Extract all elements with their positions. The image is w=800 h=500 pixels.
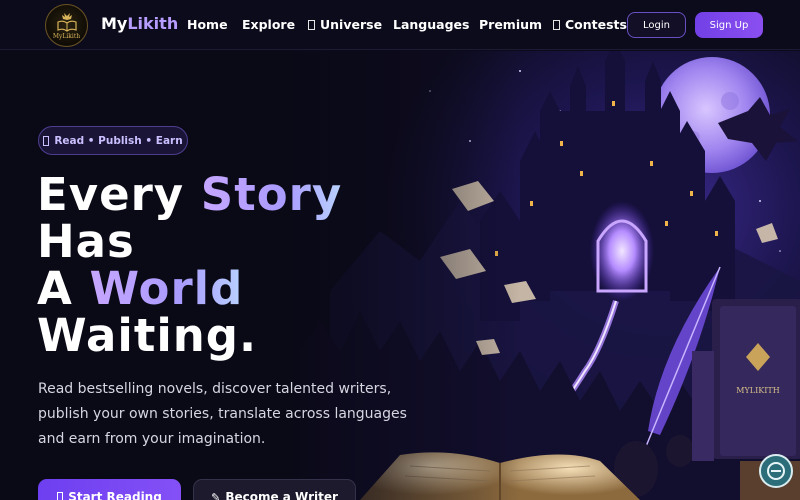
nav-explore[interactable]: Explore	[242, 17, 295, 32]
nav-universe[interactable]: Universe	[308, 17, 382, 32]
pen-icon: ✎	[211, 490, 221, 500]
universe-icon	[308, 20, 315, 30]
brand-logo[interactable]: MyLikith	[45, 4, 88, 47]
book-spine-text: MYLIKITH	[736, 386, 779, 395]
brand-name[interactable]: MyLikith	[101, 14, 178, 33]
become-writer-button[interactable]: ✎ Become a Writer	[193, 479, 356, 500]
book-crown-logo-icon	[56, 12, 77, 32]
logo-text: MyLikith	[52, 32, 81, 40]
hero-headline: Every Story Has A World Waiting.	[37, 168, 343, 362]
chat-icon	[767, 462, 785, 480]
nav-languages[interactable]: Languages	[393, 17, 469, 32]
signup-button[interactable]: Sign Up	[695, 12, 763, 38]
top-nav: MyLikith MyLikith Home Explore Universe …	[0, 0, 800, 50]
nav-home[interactable]: Home	[187, 17, 228, 32]
tagline-badge: Read • Publish • Earn	[38, 126, 188, 155]
nav-premium[interactable]: Premium	[479, 17, 542, 32]
nav-contests[interactable]: Contests	[553, 17, 627, 32]
trophy-icon	[553, 20, 560, 30]
chat-widget-button[interactable]	[759, 454, 793, 488]
hero-section: MYLIKITH Read • Publish • Earn Every Sto…	[0, 51, 800, 500]
login-button[interactable]: Login	[627, 12, 686, 38]
start-reading-button[interactable]: Start Reading	[38, 479, 181, 500]
sparkle-icon	[43, 135, 50, 146]
book-icon	[57, 492, 64, 500]
hero-description: Read bestselling novels, discover talent…	[38, 381, 407, 447]
